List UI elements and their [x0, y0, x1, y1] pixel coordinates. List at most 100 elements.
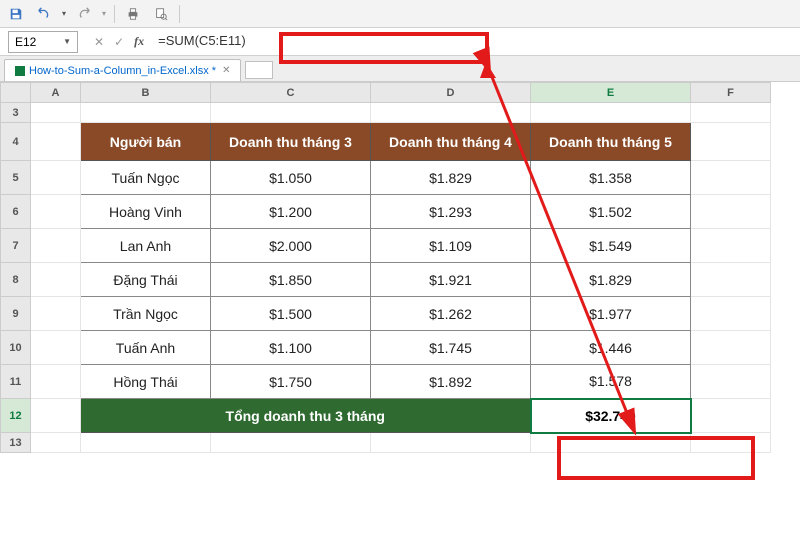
redo-icon[interactable]: [74, 4, 94, 24]
row-header[interactable]: 9: [1, 297, 31, 331]
cell[interactable]: [31, 331, 81, 365]
save-icon[interactable]: [6, 4, 26, 24]
cell[interactable]: [691, 331, 771, 365]
cell[interactable]: [81, 103, 211, 123]
name-box-value: E12: [15, 35, 36, 49]
cell[interactable]: [691, 123, 771, 161]
cell[interactable]: [691, 399, 771, 433]
table-header[interactable]: Doanh thu tháng 5: [531, 123, 691, 161]
sum-value-cell[interactable]: $32.740: [531, 399, 691, 433]
row-header[interactable]: 5: [1, 161, 31, 195]
row-header[interactable]: 11: [1, 365, 31, 399]
new-tab-button[interactable]: [245, 61, 273, 79]
col-header-F[interactable]: F: [691, 83, 771, 103]
table-cell[interactable]: Hoàng Vinh: [81, 195, 211, 229]
row-header[interactable]: 8: [1, 263, 31, 297]
table-cell[interactable]: $1.200: [211, 195, 371, 229]
cancel-icon[interactable]: ✕: [94, 35, 104, 49]
cell[interactable]: [691, 433, 771, 453]
cell[interactable]: [31, 123, 81, 161]
row-header[interactable]: 3: [1, 103, 31, 123]
sum-label-cell[interactable]: Tổng doanh thu 3 tháng: [81, 399, 531, 433]
table-cell[interactable]: $1.502: [531, 195, 691, 229]
undo-icon[interactable]: [34, 4, 54, 24]
table-cell[interactable]: Lan Anh: [81, 229, 211, 263]
cell[interactable]: [691, 195, 771, 229]
fx-icon[interactable]: fx: [134, 34, 144, 49]
row-header[interactable]: 7: [1, 229, 31, 263]
table-cell[interactable]: Đặng Thái: [81, 263, 211, 297]
cell[interactable]: [691, 161, 771, 195]
table-cell[interactable]: $1.100: [211, 331, 371, 365]
table-cell[interactable]: $1.829: [531, 263, 691, 297]
enter-icon[interactable]: ✓: [114, 35, 124, 49]
table-cell[interactable]: $1.500: [211, 297, 371, 331]
row-header[interactable]: 10: [1, 331, 31, 365]
cell[interactable]: [371, 103, 531, 123]
table-cell[interactable]: $1.262: [371, 297, 531, 331]
table-cell[interactable]: $1.850: [211, 263, 371, 297]
table-cell[interactable]: Tuấn Anh: [81, 331, 211, 365]
table-cell[interactable]: $1.293: [371, 195, 531, 229]
table-cell[interactable]: $1.109: [371, 229, 531, 263]
cell[interactable]: [31, 103, 81, 123]
cell[interactable]: [31, 365, 81, 399]
print-icon[interactable]: [123, 4, 143, 24]
spreadsheet-grid[interactable]: A B C D E F 3 4 Người bán Doanh thu thán…: [0, 82, 771, 453]
cell[interactable]: [531, 103, 691, 123]
table-cell[interactable]: $1.921: [371, 263, 531, 297]
cell[interactable]: [691, 297, 771, 331]
workbook-tab[interactable]: How-to-Sum-a-Column_in-Excel.xlsx * ✕: [4, 59, 241, 81]
table-cell[interactable]: $1.446: [531, 331, 691, 365]
cell[interactable]: [31, 399, 81, 433]
chevron-down-icon[interactable]: ▼: [63, 37, 71, 46]
table-header[interactable]: Doanh thu tháng 4: [371, 123, 531, 161]
table-cell[interactable]: $1.050: [211, 161, 371, 195]
row-header[interactable]: 4: [1, 123, 31, 161]
cell[interactable]: [31, 297, 81, 331]
row-header[interactable]: 13: [1, 433, 31, 453]
cell[interactable]: [531, 433, 691, 453]
table-cell[interactable]: Tuấn Ngọc: [81, 161, 211, 195]
col-header-A[interactable]: A: [31, 83, 81, 103]
select-all-corner[interactable]: [1, 83, 31, 103]
table-header[interactable]: Người bán: [81, 123, 211, 161]
row-header[interactable]: 12: [1, 399, 31, 433]
col-header-B[interactable]: B: [81, 83, 211, 103]
cell[interactable]: [31, 161, 81, 195]
workbook-tab-label: How-to-Sum-a-Column_in-Excel.xlsx *: [29, 65, 216, 77]
cell[interactable]: [211, 433, 371, 453]
cell[interactable]: [371, 433, 531, 453]
table-cell[interactable]: Trần Ngọc: [81, 297, 211, 331]
col-header-C[interactable]: C: [211, 83, 371, 103]
excel-file-icon: [15, 66, 25, 76]
table-cell[interactable]: $1.745: [371, 331, 531, 365]
cell[interactable]: [31, 263, 81, 297]
col-header-E[interactable]: E: [531, 83, 691, 103]
cell[interactable]: [31, 229, 81, 263]
cell[interactable]: [31, 433, 81, 453]
print-preview-icon[interactable]: [151, 4, 171, 24]
table-cell[interactable]: $1.750: [211, 365, 371, 399]
cell[interactable]: [691, 229, 771, 263]
cell[interactable]: [691, 263, 771, 297]
close-icon[interactable]: ✕: [222, 65, 230, 76]
col-header-D[interactable]: D: [371, 83, 531, 103]
table-cell[interactable]: $1.358: [531, 161, 691, 195]
cell[interactable]: [31, 195, 81, 229]
formula-input[interactable]: =SUM(C5:E11): [152, 31, 800, 53]
table-cell[interactable]: $1.578: [531, 365, 691, 399]
cell[interactable]: [691, 103, 771, 123]
cell[interactable]: [691, 365, 771, 399]
cell[interactable]: [81, 433, 211, 453]
table-cell[interactable]: Hồng Thái: [81, 365, 211, 399]
table-cell[interactable]: $1.977: [531, 297, 691, 331]
table-cell[interactable]: $1.549: [531, 229, 691, 263]
name-box[interactable]: E12 ▼: [8, 31, 78, 53]
cell[interactable]: [211, 103, 371, 123]
row-header[interactable]: 6: [1, 195, 31, 229]
table-cell[interactable]: $1.892: [371, 365, 531, 399]
table-cell[interactable]: $2.000: [211, 229, 371, 263]
table-header[interactable]: Doanh thu tháng 3: [211, 123, 371, 161]
table-cell[interactable]: $1.829: [371, 161, 531, 195]
